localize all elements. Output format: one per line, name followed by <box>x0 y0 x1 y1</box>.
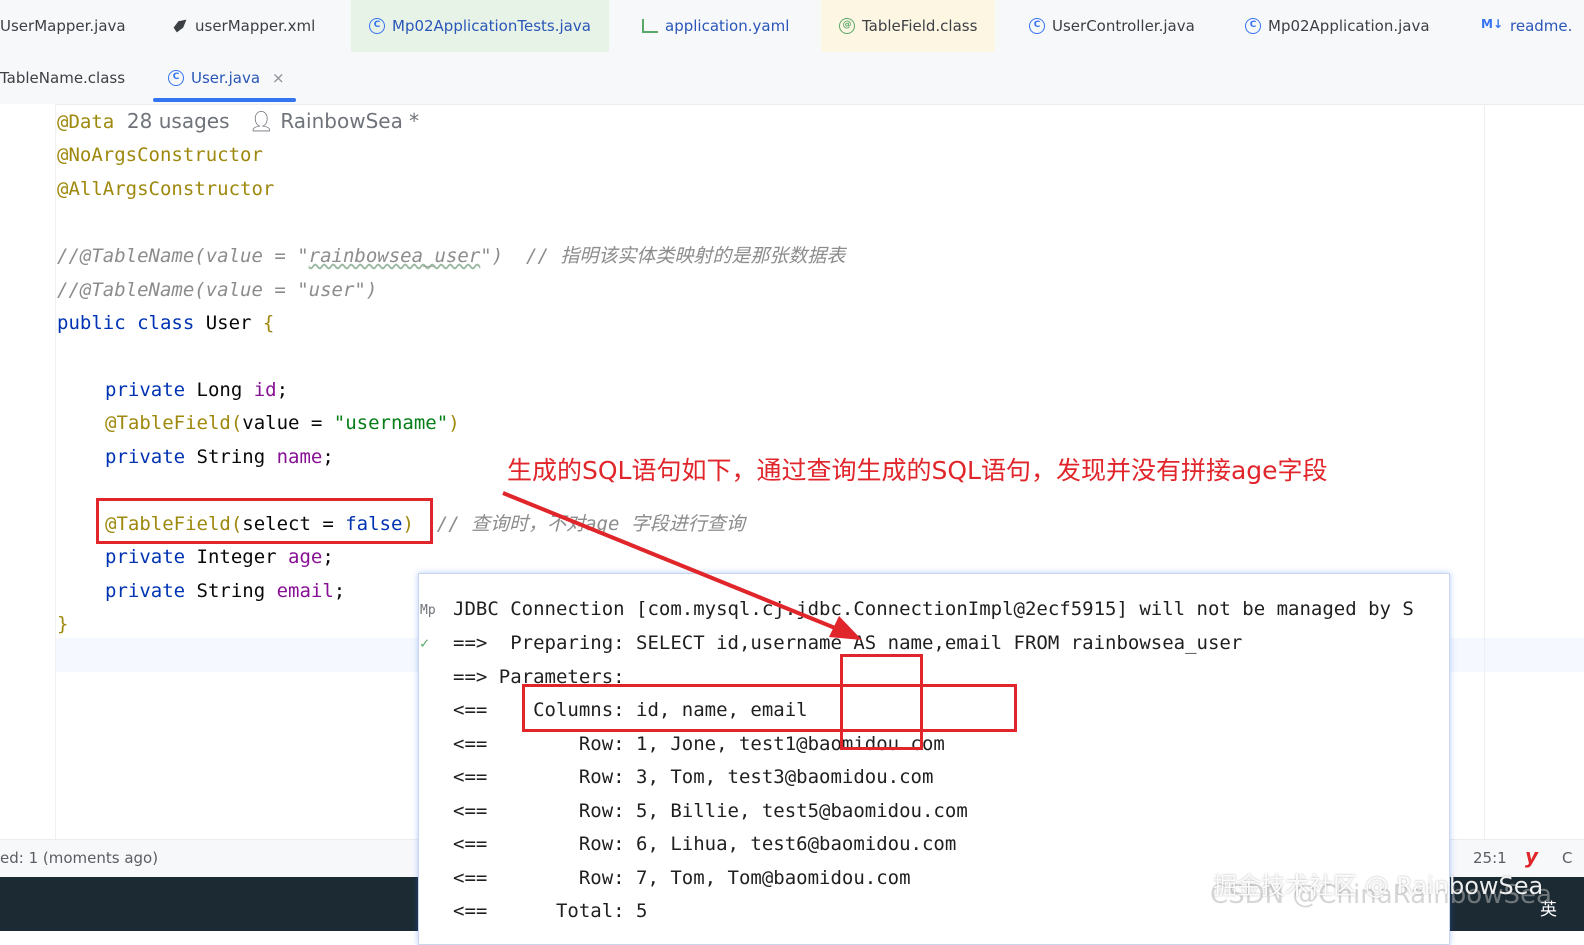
comment: // 查询时，不对age 字段进行查询 <box>436 513 745 535</box>
class-icon: C <box>168 70 184 86</box>
semicolon: ; <box>333 580 346 602</box>
comment-part: //@TableName(value = " <box>57 245 309 267</box>
code-line-6: //@TableName(value = "user") <box>57 279 378 301</box>
class-name: User <box>194 312 263 334</box>
semicolon: ; <box>276 379 289 401</box>
code-line-1: @Data 28 usages 👤︎ RainbowSea * <box>57 104 419 138</box>
brace: { <box>262 312 275 334</box>
paren: ) <box>448 412 460 434</box>
keyword: public class <box>57 312 195 334</box>
console-line: <== Row: 3, Tom, test3@baomidou.com <box>453 766 934 788</box>
spring-class-icon: C <box>1245 18 1261 34</box>
type: String <box>185 580 277 602</box>
annotation-arg: value = <box>242 412 334 434</box>
code-line-16: } <box>57 613 69 635</box>
console-line: <== Row: 5, Billie, test5@baomidou.com <box>453 800 968 822</box>
mybatis-bird-icon <box>173 19 187 33</box>
comment-part-underlined: rainbowsea_user <box>308 245 481 267</box>
markdown-icon: M↓ <box>1481 17 1503 31</box>
close-icon[interactable]: × <box>272 69 285 87</box>
tab-user-java[interactable]: C User.java × <box>168 52 285 104</box>
keyword: private <box>105 546 186 568</box>
watermark: 掘金技术社区 @ RainbowSea <box>1213 872 1544 900</box>
keyword: private <box>105 446 186 468</box>
tab-usermapper-java[interactable]: UserMapper.java <box>0 0 126 52</box>
tab-label: Mp02Application.java <box>1268 17 1430 35</box>
annotation-icon: @ <box>839 18 855 34</box>
code-line-9: private Long id; <box>105 373 288 407</box>
tab-mp02applicationtests[interactable]: C Mp02ApplicationTests.java <box>351 0 609 52</box>
tab-usercontroller[interactable]: C UserController.java <box>1029 0 1195 52</box>
yaml-icon <box>642 19 658 33</box>
tab-label: UserController.java <box>1052 17 1195 35</box>
usages-count: 28 usages <box>126 109 230 133</box>
status-edge: C <box>1562 849 1573 867</box>
field-name: email <box>276 580 334 602</box>
type: Integer <box>185 546 289 568</box>
semicolon: ; <box>322 546 334 568</box>
console-line: <== Row: 7, Tom, Tom@baomidou.com <box>453 867 911 889</box>
code-line-7: public class User { <box>57 306 274 340</box>
code-line-5: //@TableName(value = "rainbowsea_user") … <box>57 239 845 273</box>
annotation: @TableField( <box>105 412 243 434</box>
field-name: age <box>288 546 323 568</box>
tab-label: application.yaml <box>665 17 790 35</box>
tab-label: UserMapper.java <box>0 17 126 35</box>
code-line-10: @TableField(value = "username") <box>105 406 460 440</box>
type: Long <box>185 379 254 401</box>
code-line-14: private Integer age; <box>105 540 334 574</box>
code-line-3: @AllArgsConstructor <box>57 178 275 200</box>
plugin-icon[interactable]: y <box>1525 844 1538 868</box>
editor-right-margin <box>1484 104 1485 839</box>
cursor-position[interactable]: 25:1 <box>1473 849 1507 867</box>
annotation-note: 生成的SQL语句如下，通过查询生成的SQL语句，发现并没有拼接age字段 <box>507 456 1328 485</box>
status-message: ed: 1 (moments ago) <box>0 849 159 867</box>
field-name: name <box>276 446 323 468</box>
test-class-icon: C <box>369 18 385 34</box>
highlight-box-columns <box>522 684 1017 732</box>
editor-gutter <box>0 104 56 839</box>
tab-label: TableName.class <box>0 69 126 87</box>
tab-label: userMapper.xml <box>195 17 316 35</box>
type: String <box>185 446 277 468</box>
console-gutter-label: Mp <box>420 603 436 618</box>
tab-tablefield-class[interactable]: @ TableField.class <box>821 0 996 52</box>
code-line-15: private String email; <box>105 574 345 608</box>
tab-label: readme. <box>1510 17 1573 35</box>
check-icon: ✓ <box>420 634 430 652</box>
tab-readme[interactable]: M↓ readme. <box>1481 0 1572 52</box>
tab-label: User.java <box>191 69 261 87</box>
code-line-11: private String name; <box>105 440 334 474</box>
usages-hint[interactable]: 28 usages 👤︎ RainbowSea * <box>114 109 419 133</box>
field-name: id <box>253 379 277 401</box>
console-line: <== Total: 5 <box>453 900 648 922</box>
tab-label: Mp02ApplicationTests.java <box>392 17 591 35</box>
semicolon: ; <box>322 446 334 468</box>
console-line: JDBC Connection [com.mysql.cj.jdbc.Conne… <box>453 598 1414 620</box>
keyword: private <box>105 580 186 602</box>
annotation-data: @Data <box>57 111 115 133</box>
string-literal: "username" <box>333 412 449 434</box>
active-tab-indicator <box>153 98 296 102</box>
tab-application-yaml[interactable]: application.yaml <box>642 0 789 52</box>
highlight-box-gap <box>840 654 923 750</box>
editor-tabs-row-1: UserMapper.java userMapper.xml C Mp02Appl… <box>0 0 1584 53</box>
tab-usermapper-xml[interactable]: userMapper.xml <box>172 0 315 52</box>
class-icon: C <box>1029 18 1045 34</box>
tab-label: TableField.class <box>862 17 978 35</box>
author-icon: 👤︎ <box>248 109 274 133</box>
tab-tablename-class[interactable]: TableName.class <box>0 52 125 104</box>
console-line: <== Row: 6, Lihua, test6@baomidou.com <box>453 833 957 855</box>
author-name: RainbowSea * <box>280 109 420 133</box>
comment-part: ") // 指明该实体类映射的是那张数据表 <box>480 245 846 267</box>
highlight-box-tablefield <box>96 498 433 544</box>
keyword: private <box>105 379 186 401</box>
tab-mp02application[interactable]: C Mp02Application.java <box>1245 0 1430 52</box>
code-line-2: @NoArgsConstructor <box>57 144 263 166</box>
